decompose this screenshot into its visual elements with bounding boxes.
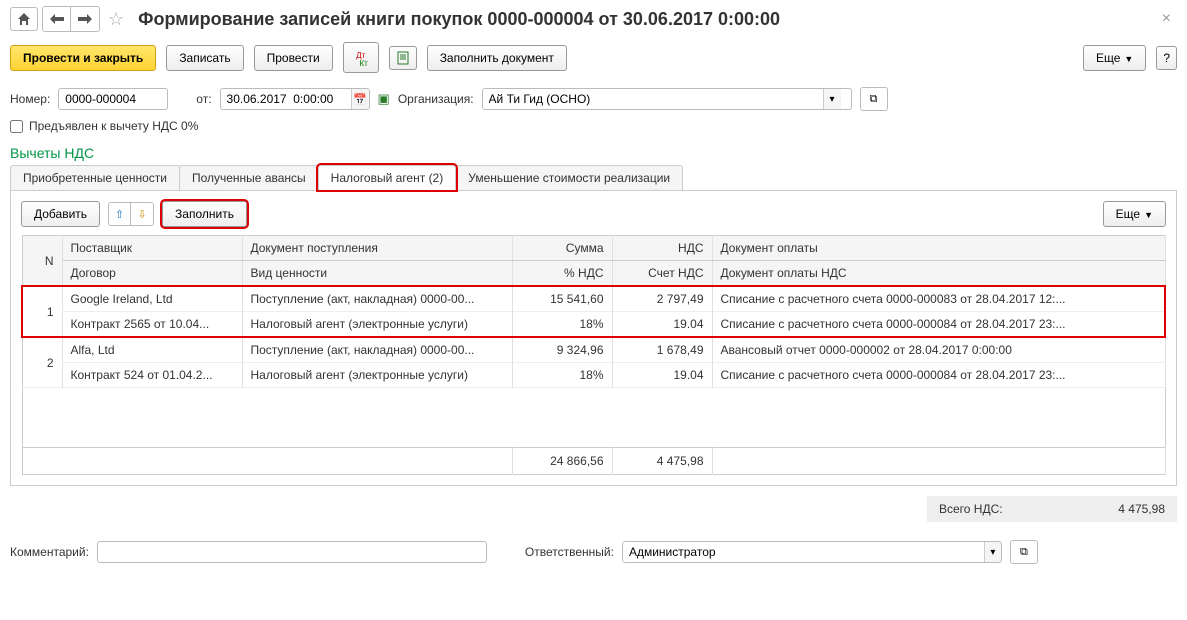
org-dropdown-button[interactable]: ▾ (823, 89, 841, 109)
col-vat-acc[interactable]: Счет НДС (612, 261, 712, 287)
comment-field[interactable] (97, 541, 487, 563)
number-field[interactable] (58, 88, 168, 110)
col-contract[interactable]: Договор (62, 261, 242, 287)
page-title: Формирование записей книги покупок 0000-… (138, 9, 1152, 30)
cell-sum: 9 324,96 (512, 337, 612, 363)
dt-kt-icon: ДтКт (350, 52, 372, 68)
col-n[interactable]: N (22, 236, 62, 287)
move-up-button[interactable]: ⇧ (109, 203, 131, 225)
col-vat[interactable]: НДС (612, 236, 712, 261)
cell-vat-pct: 18% (512, 312, 612, 338)
arrow-left-icon (50, 14, 64, 24)
cell-pay-doc: Авансовый отчет 0000-000002 от 28.04.201… (712, 337, 1165, 363)
arrow-right-icon (78, 14, 92, 24)
col-pay-doc[interactable]: Документ оплаты (712, 236, 1165, 261)
cell-contract: Контракт 2565 от 10.04... (62, 312, 242, 338)
cell-pay-doc-vat: Списание с расчетного счета 0000-000084 … (712, 363, 1165, 388)
chevron-down-icon: ▼ (1144, 210, 1153, 220)
cell-n: 1 (22, 286, 62, 337)
vat-zero-label: Предъявлен к вычету НДС 0% (29, 119, 198, 133)
cell-pay-doc: Списание с расчетного счета 0000-000083 … (712, 286, 1165, 312)
nav-forward-button[interactable] (71, 7, 99, 31)
totals-value: 4 475,98 (1118, 502, 1165, 516)
total-sum: 24 866,56 (512, 448, 612, 475)
tab-more-label: Еще (1116, 207, 1140, 221)
col-pay-doc-vat[interactable]: Документ оплаты НДС (712, 261, 1165, 287)
more-label: Еще (1096, 51, 1120, 65)
cell-pay-doc-vat: Списание с расчетного счета 0000-000084 … (712, 312, 1165, 338)
table-row[interactable]: 2 Alfa, Ltd Поступление (акт, накладная)… (22, 337, 1165, 388)
col-supplier[interactable]: Поставщик (62, 236, 242, 261)
cell-vat-pct: 18% (512, 363, 612, 388)
favorite-star-icon[interactable]: ☆ (108, 9, 124, 30)
help-button[interactable]: ? (1156, 46, 1177, 70)
responsible-dropdown-button[interactable]: ▾ (984, 542, 1001, 562)
cell-receipt-doc: Поступление (акт, накладная) 0000-00... (242, 337, 512, 363)
number-label: Номер: (10, 92, 50, 106)
vat-grid: N Поставщик Документ поступления Сумма Н… (21, 235, 1166, 475)
cell-supplier: Google Ireland, Ltd (62, 286, 242, 312)
home-button[interactable] (10, 7, 38, 31)
debit-credit-button[interactable]: ДтКт (343, 42, 379, 73)
document-icon (396, 51, 410, 65)
fill-button[interactable]: Заполнить (162, 201, 247, 227)
move-down-button[interactable]: ⇩ (131, 203, 153, 225)
chevron-down-icon: ▼ (1124, 54, 1133, 64)
comment-label: Комментарий: (10, 545, 89, 559)
date-label: от: (196, 92, 211, 106)
responsible-open-button[interactable] (1010, 540, 1038, 564)
cell-vat-acc: 19.04 (612, 363, 712, 388)
cell-value-type: Налоговый агент (электронные услуги) (242, 363, 512, 388)
post-and-close-button[interactable]: Провести и закрыть (10, 45, 156, 71)
home-icon (17, 12, 31, 26)
cell-supplier: Alfa, Ltd (62, 337, 242, 363)
more-button[interactable]: Еще ▼ (1083, 45, 1146, 71)
cell-value-type: Налоговый агент (электронные услуги) (242, 312, 512, 338)
totals-box: Всего НДС: 4 475,98 (927, 496, 1177, 522)
cell-n: 2 (22, 337, 62, 388)
total-vat: 4 475,98 (612, 448, 712, 475)
tab-decrease-sales[interactable]: Уменьшение стоимости реализации (455, 165, 683, 190)
col-value-type[interactable]: Вид ценности (242, 261, 512, 287)
tab-more-button[interactable]: Еще ▼ (1103, 201, 1166, 227)
cell-receipt-doc: Поступление (акт, накладная) 0000-00... (242, 286, 512, 312)
add-row-button[interactable]: Добавить (21, 201, 100, 227)
cell-vat: 2 797,49 (612, 286, 712, 312)
tab-tax-agent[interactable]: Налоговый агент (2) (318, 165, 457, 190)
vat-zero-checkbox[interactable] (10, 120, 23, 133)
org-open-button[interactable] (860, 87, 888, 111)
cell-sum: 15 541,60 (512, 286, 612, 312)
col-sum[interactable]: Сумма (512, 236, 612, 261)
nav-back-button[interactable] (43, 7, 71, 31)
post-button[interactable]: Провести (254, 45, 333, 71)
col-vat-pct[interactable]: % НДС (512, 261, 612, 287)
org-icon: ▣ (378, 91, 390, 107)
col-receipt-doc[interactable]: Документ поступления (242, 236, 512, 261)
totals-label: Всего НДС: (939, 502, 1003, 516)
cell-vat-acc: 19.04 (612, 312, 712, 338)
responsible-label: Ответственный: (525, 545, 614, 559)
cell-contract: Контракт 524 от 01.04.2... (62, 363, 242, 388)
cell-vat: 1 678,49 (612, 337, 712, 363)
report-button[interactable] (389, 46, 417, 70)
fill-document-button[interactable]: Заполнить документ (427, 45, 567, 71)
table-row[interactable]: 1 Google Ireland, Ltd Поступление (акт, … (22, 286, 1165, 337)
write-button[interactable]: Записать (166, 45, 243, 71)
tab-received-advances[interactable]: Полученные авансы (179, 165, 319, 190)
org-label: Организация: (398, 92, 474, 106)
tab-acquired-values[interactable]: Приобретенные ценности (10, 165, 180, 190)
calendar-button[interactable] (351, 89, 369, 109)
org-field[interactable] (483, 89, 823, 109)
close-button[interactable]: × (1156, 10, 1177, 28)
section-title: Вычеты НДС (0, 137, 1187, 165)
responsible-field[interactable] (623, 542, 984, 562)
date-field[interactable] (221, 89, 351, 109)
